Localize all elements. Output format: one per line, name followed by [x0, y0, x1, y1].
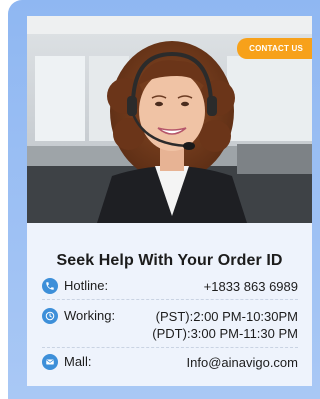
phone-icon — [42, 278, 58, 294]
pst-hours: (PST):2:00 PM-10:30PM — [155, 309, 298, 324]
divider — [42, 299, 298, 300]
support-agent-photo: CONTACT US — [27, 16, 312, 223]
working-label: Working: — [64, 308, 116, 323]
mail-label: Mall: — [64, 354, 92, 369]
contact-us-button[interactable]: CONTACT US — [237, 38, 312, 59]
hotline-row: Hotline: +1833 863 6989 — [42, 278, 298, 295]
working-hours-row: Working: (PST):2:00 PM-10:30PM (PDT):3:0… — [42, 308, 298, 342]
mail-value[interactable]: Info@ainavigo.com — [187, 354, 298, 371]
help-card: CONTACT US Seek Help With Your Order ID … — [27, 16, 312, 386]
pdt-hours: (PDT):3:00 PM-11:30 PM — [152, 326, 298, 341]
divider — [42, 347, 298, 348]
card-title: Seek Help With Your Order ID — [56, 252, 283, 269]
mail-row: Mall: Info@ainavigo.com — [42, 354, 298, 371]
working-hours-value: (PST):2:00 PM-10:30PM (PDT):3:00 PM-11:3… — [152, 308, 298, 342]
clock-icon — [42, 308, 58, 324]
hotline-value[interactable]: +1833 863 6989 — [204, 278, 298, 295]
mail-icon — [42, 354, 58, 370]
hotline-label: Hotline: — [64, 278, 109, 293]
